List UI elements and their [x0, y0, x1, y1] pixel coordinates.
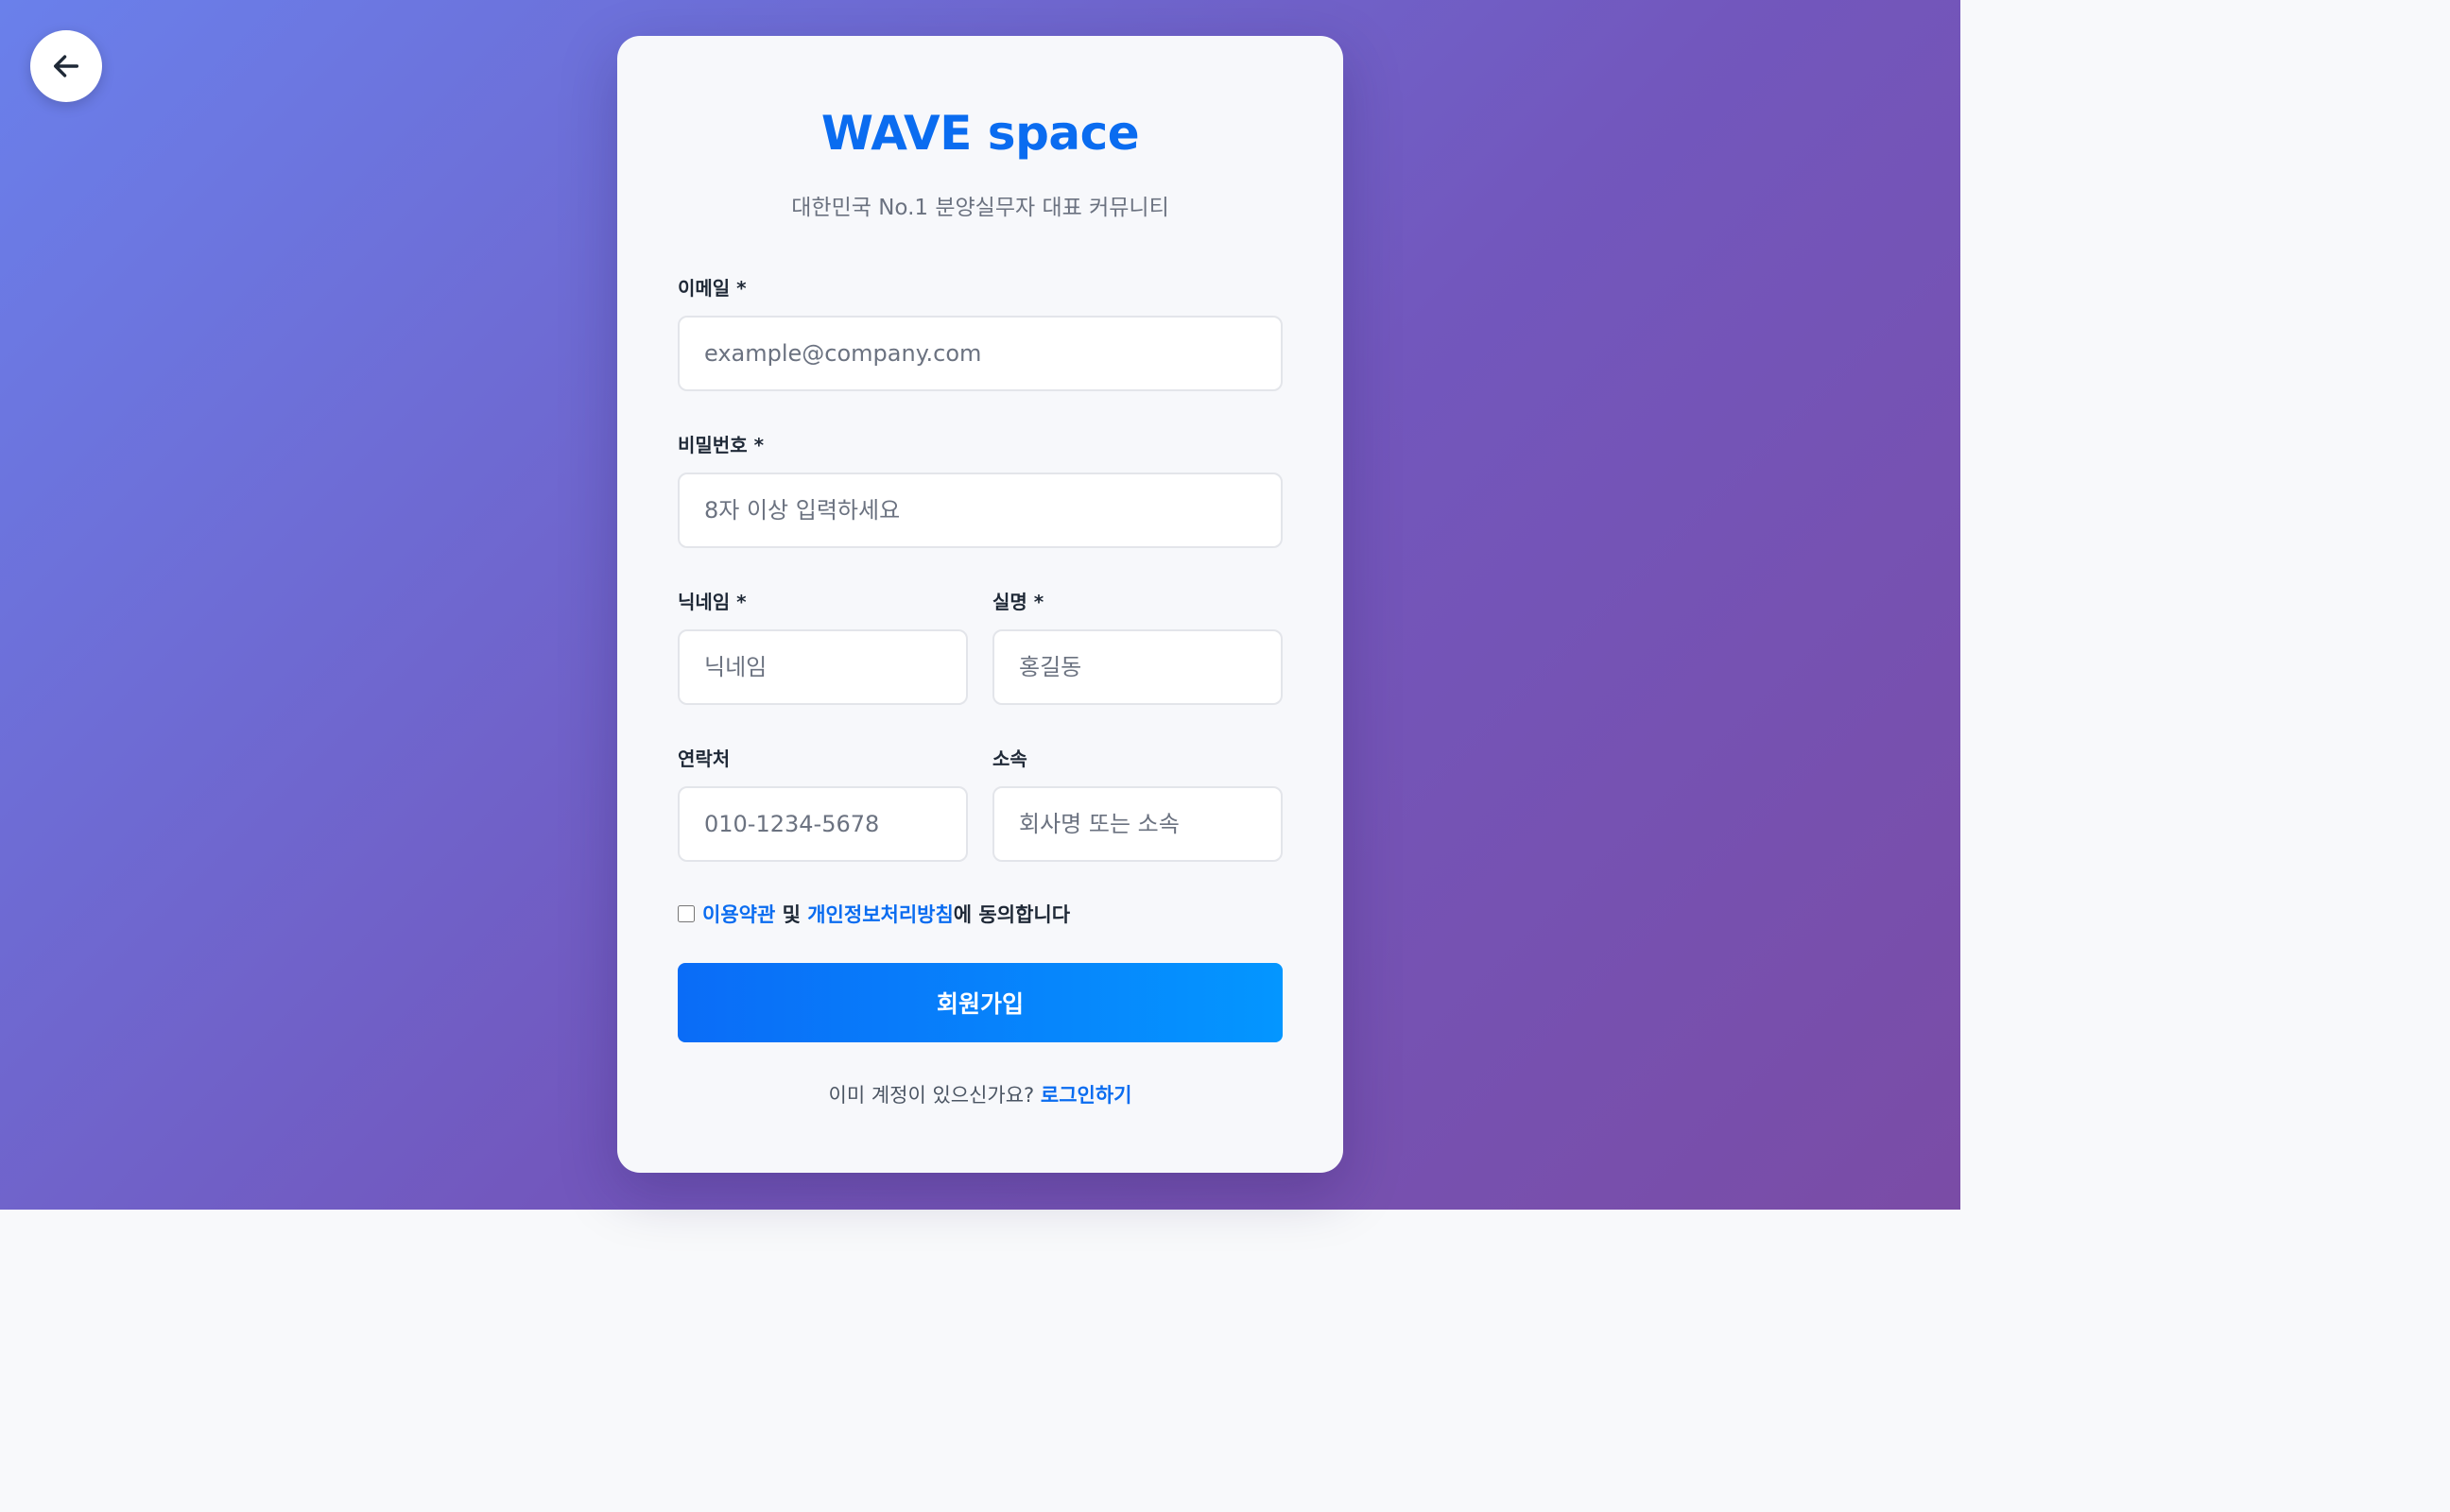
password-label: 비밀번호 *	[678, 434, 765, 456]
affiliation-field[interactable]	[992, 786, 1283, 862]
phone-label: 연락처	[678, 747, 731, 770]
signup-card: WAVE space 대한민국 No.1 분양실무자 대표 커뮤니티 이메일 *…	[617, 36, 1343, 1173]
terms-suffix: 에 동의합니다	[953, 903, 1071, 926]
terms-checkbox[interactable]	[678, 905, 695, 922]
brand-title: WAVE space	[820, 106, 1140, 161]
brand-subtitle: 대한민국 No.1 분양실무자 대표 커뮤니티	[791, 196, 1169, 220]
arrow-left-icon	[53, 55, 79, 77]
terms-connector: 및	[775, 903, 808, 926]
privacy-policy-link[interactable]: 개인정보처리방침	[807, 900, 954, 928]
password-field[interactable]	[678, 472, 1283, 548]
email-label: 이메일 *	[678, 277, 747, 300]
nickname-label: 닉네임 *	[678, 591, 747, 613]
affiliation-label: 소속	[992, 747, 1027, 770]
nickname-field[interactable]	[678, 629, 968, 705]
phone-field[interactable]	[678, 786, 968, 862]
back-button[interactable]	[30, 30, 102, 102]
terms-agreement: 이용약관 및 개인정보처리방침 에 동의합니다	[678, 900, 1070, 928]
login-prompt-text: 이미 계정이 있으신가요?	[828, 1084, 1041, 1107]
email-field[interactable]	[678, 316, 1283, 391]
login-link[interactable]: 로그인하기	[1041, 1084, 1132, 1107]
realname-field[interactable]	[992, 629, 1283, 705]
signup-button[interactable]: 회원가입	[678, 963, 1283, 1042]
login-prompt: 이미 계정이 있으신가요? 로그인하기	[617, 1080, 1343, 1108]
terms-of-service-link[interactable]: 이용약관	[702, 900, 775, 928]
realname-label: 실명 *	[992, 591, 1044, 613]
